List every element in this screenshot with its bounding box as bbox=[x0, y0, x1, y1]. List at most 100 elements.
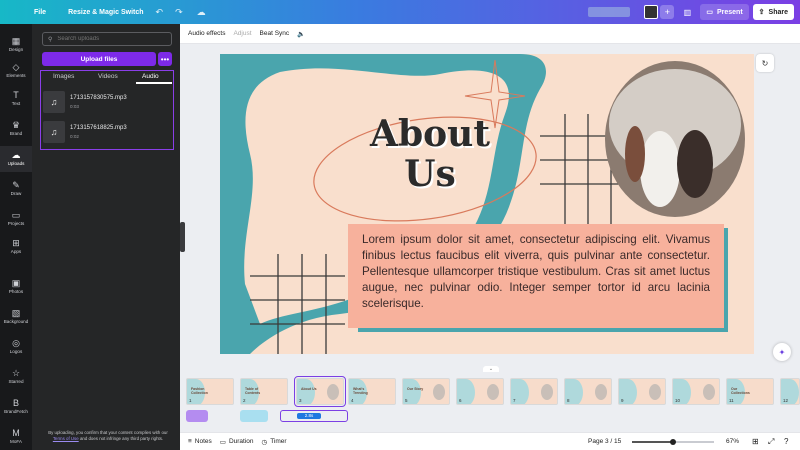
tab-videos[interactable]: Videos bbox=[98, 73, 118, 80]
page-thumbnail[interactable]: 7 bbox=[510, 378, 558, 405]
page-thumbnail[interactable]: 12 bbox=[780, 378, 800, 405]
audio-file-name: 1713157618825.mp3 bbox=[70, 125, 127, 131]
page-thumbnail[interactable]: 10 bbox=[672, 378, 720, 405]
folder-icon: ▭ bbox=[11, 210, 21, 220]
rail-mofa[interactable]: M MoFA bbox=[0, 424, 32, 450]
zoom-slider-handle[interactable] bbox=[670, 439, 676, 445]
duration-icon: ▭ bbox=[219, 438, 226, 446]
search-icon: ⚲ bbox=[48, 36, 53, 43]
page-thumbnail[interactable]: Our Collections 11 bbox=[726, 378, 774, 405]
zoom-slider[interactable] bbox=[632, 439, 714, 445]
audio-file-name: 1713157830575.mp3 bbox=[70, 95, 127, 101]
page-thumbnail[interactable]: 8 bbox=[564, 378, 612, 405]
share-icon: ⇪ bbox=[758, 9, 765, 16]
audio-file-duration: 0:03 bbox=[70, 104, 79, 109]
audio-track-selected[interactable]: 2.8s bbox=[280, 410, 348, 422]
refresh-icon[interactable]: ↻ bbox=[756, 54, 774, 72]
share-button[interactable]: ⇪ Share bbox=[752, 4, 794, 20]
rail-photos[interactable]: ▣ Photos bbox=[0, 274, 32, 300]
search-box[interactable]: ⚲ bbox=[42, 32, 172, 46]
tab-images[interactable]: Images bbox=[53, 73, 74, 80]
notes-icon: ≡ bbox=[188, 438, 192, 445]
timer-icon: ◷ bbox=[261, 438, 268, 446]
redo-icon[interactable]: ↷ bbox=[175, 7, 183, 18]
page-thumbnail[interactable]: Fashion Collection 1 bbox=[186, 378, 234, 405]
resize-magic-switch-button[interactable]: Resize & Magic Switch bbox=[68, 9, 143, 16]
layout-icon: ▦ bbox=[11, 36, 21, 46]
page-thumbnail[interactable]: What's Trending 4 bbox=[348, 378, 396, 405]
page-indicator[interactable]: Page 3 / 15 bbox=[588, 438, 621, 445]
avatar[interactable] bbox=[644, 5, 659, 19]
music-note-icon: ♫ bbox=[43, 91, 65, 113]
upload-icon: ☁ bbox=[11, 150, 21, 160]
more-options-button[interactable]: ••• bbox=[158, 52, 172, 66]
zoom-level[interactable]: 67% bbox=[726, 438, 739, 445]
file-menu[interactable]: File bbox=[34, 9, 46, 16]
rail-brand[interactable]: ♛ Brand bbox=[0, 116, 32, 142]
undo-icon[interactable]: ↶ bbox=[156, 7, 164, 18]
upload-disclaimer: By uploading, you confirm that your cont… bbox=[48, 430, 168, 441]
upload-files-button[interactable]: Upload files bbox=[42, 52, 156, 66]
rail-draw[interactable]: ✎ Draw bbox=[0, 176, 32, 202]
apps-icon: ⊞ bbox=[12, 238, 20, 248]
page-thumbnail-active[interactable]: About Us 3 bbox=[294, 376, 346, 407]
beat-sync-button[interactable]: Beat Sync bbox=[260, 30, 290, 37]
help-icon[interactable]: ? bbox=[784, 437, 788, 446]
grid-view-icon[interactable]: ⊞ bbox=[752, 437, 759, 446]
audio-file-item[interactable]: ♫ 1713157618825.mp3 0:02 bbox=[43, 121, 171, 143]
volume-icon[interactable]: 🔈 bbox=[297, 30, 305, 38]
star-icon: ☆ bbox=[11, 368, 21, 378]
side-rail: ▦ Design ◇ Elements T Text ♛ Brand ☁ Uploads … bbox=[0, 24, 32, 450]
present-button[interactable]: ▭ Present bbox=[700, 4, 749, 20]
tab-audio[interactable]: Audio bbox=[142, 73, 159, 80]
slide-title[interactable]: About Us bbox=[370, 114, 490, 194]
timer-button[interactable]: ◷ Timer bbox=[262, 438, 287, 446]
audio-effects-button[interactable]: Audio effects bbox=[188, 30, 225, 37]
duration-button[interactable]: ▭ Duration bbox=[220, 438, 254, 446]
adjust-button[interactable]: Adjust bbox=[233, 30, 251, 37]
slide-body-text[interactable]: Lorem ipsum dolor sit amet, consectetur … bbox=[348, 224, 724, 328]
present-icon: ▭ bbox=[706, 9, 713, 16]
bottom-bar: ≡ Notes ▭ Duration ◷ Timer Page 3 / 15 67% … bbox=[180, 432, 800, 450]
terms-link[interactable]: Terms of Use bbox=[53, 436, 79, 441]
search-input[interactable] bbox=[57, 36, 163, 42]
page-thumbnail[interactable]: Our Story 5 bbox=[402, 378, 450, 405]
photo-icon: ▣ bbox=[11, 278, 21, 288]
uploads-panel: ⚲ Upload files ••• Images Videos Audio ♫… bbox=[32, 24, 180, 450]
draw-icon: ✎ bbox=[12, 180, 20, 190]
rail-brandfetch[interactable]: B BrandFetch bbox=[0, 394, 32, 420]
active-tab-indicator bbox=[136, 82, 172, 84]
editor-toolbar: Audio effects Adjust Beat Sync 🔈 bbox=[180, 24, 800, 44]
slide-canvas[interactable]: About Us Lorem ipsum dolor sit amet, con… bbox=[220, 54, 754, 354]
notes-button[interactable]: ≡ Notes bbox=[188, 438, 212, 445]
brand-icon: ♛ bbox=[11, 120, 21, 130]
brandfetch-icon: B bbox=[12, 398, 19, 408]
top-bar: File Resize & Magic Switch ↶ ↷ ☁ + ▥ ▭ P… bbox=[0, 0, 800, 24]
rail-background[interactable]: ▧ Background bbox=[0, 304, 32, 330]
fullscreen-icon[interactable]: ⤢ bbox=[768, 437, 774, 447]
page-thumbnail[interactable]: Table of Contents 2 bbox=[240, 378, 288, 405]
rail-elements[interactable]: ◇ Elements bbox=[0, 58, 32, 84]
rail-text[interactable]: T Text bbox=[0, 86, 32, 112]
rail-uploads[interactable]: ☁ Uploads bbox=[0, 146, 32, 172]
audio-file-item[interactable]: ♫ 1713157830575.mp3 0:03 bbox=[43, 91, 171, 113]
insights-icon[interactable]: ▥ bbox=[680, 5, 694, 19]
magic-sparkle-icon[interactable]: ✦ bbox=[773, 343, 791, 361]
design-title-blurred[interactable] bbox=[588, 7, 631, 17]
text-icon: T bbox=[13, 90, 19, 100]
rail-starred[interactable]: ☆ Starred bbox=[0, 364, 32, 390]
cloud-save-icon[interactable]: ☁ bbox=[197, 7, 206, 18]
audio-track-clip[interactable] bbox=[186, 410, 208, 422]
page-thumbnail[interactable]: 6 bbox=[456, 378, 504, 405]
audio-track-clip[interactable] bbox=[240, 410, 268, 422]
uploads-tabs-area: Images Videos Audio ♫ 1713157830575.mp3 … bbox=[40, 70, 174, 150]
page-thumbnail[interactable]: 9 bbox=[618, 378, 666, 405]
rail-apps[interactable]: ⊞ Apps bbox=[0, 234, 32, 260]
logo-icon: ◎ bbox=[12, 338, 20, 348]
page-filmstrip: Fashion Collection 1 Table of Contents 2 A… bbox=[180, 372, 800, 432]
add-collaborator-button[interactable]: + bbox=[660, 5, 675, 19]
rail-projects[interactable]: ▭ Projects bbox=[0, 206, 32, 232]
rail-logos[interactable]: ◎ Logos bbox=[0, 334, 32, 360]
panel-collapse-handle[interactable] bbox=[180, 222, 185, 252]
rail-design[interactable]: ▦ Design bbox=[0, 32, 32, 58]
